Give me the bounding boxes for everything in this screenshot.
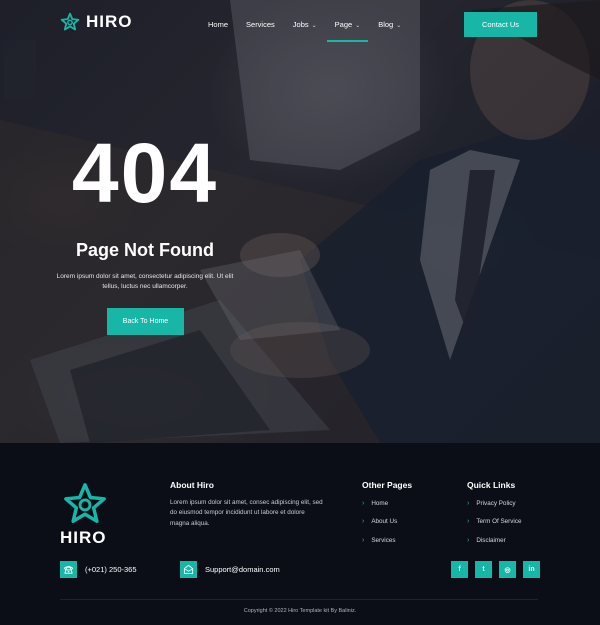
phone-number: (+021) 250-365 (85, 565, 137, 574)
chevron-down-icon: ⌄ (355, 22, 361, 29)
back-to-home-button[interactable]: Back To Home (107, 308, 184, 335)
twitter-icon[interactable]: t (475, 561, 492, 578)
footer-link-about-us[interactable]: › About Us (362, 513, 397, 532)
menu-item-label: Jobs (292, 19, 309, 29)
email-icon (180, 561, 197, 578)
brand-name: HIRO (86, 12, 133, 31)
footer-link-disclaimer[interactable]: › Disclaimer (467, 531, 521, 550)
chevron-down-icon: ⌄ (311, 22, 317, 29)
menu-item-blog[interactable]: Blog ⌄ (378, 12, 401, 37)
chevron-right-icon: › (362, 518, 365, 526)
error-description: Lorem ipsum dolor sit amet, consectetur … (56, 273, 234, 291)
brand-logo[interactable]: HIRO (60, 12, 133, 32)
quick-links-list: › Privacy Policy › Term Of Service › Discla… (467, 494, 521, 550)
footer-link-privacy-policy[interactable]: › Privacy Policy (467, 494, 521, 513)
chevron-down-icon: ⌄ (396, 22, 402, 29)
other-pages-list: › Home › About Us › Services (362, 494, 397, 550)
about-text: Lorem ipsum dolor sit amet, consec adipi… (170, 499, 323, 527)
chevron-right-icon: › (467, 518, 470, 526)
menu-item-services[interactable]: Services (246, 12, 275, 37)
menu-item-page[interactable]: Page ⌄ (326, 12, 368, 42)
facebook-icon[interactable]: f (451, 561, 468, 578)
footer-link-services[interactable]: › Services (362, 531, 397, 550)
error-code: 404 (71, 126, 219, 220)
star-icon (64, 483, 106, 523)
instagram-icon[interactable]: ◎ (499, 561, 516, 578)
footer-link-term-of-service[interactable]: › Term Of Service (467, 513, 521, 532)
email-contact[interactable]: Support@domain.com (180, 561, 280, 578)
menu-item-label: Page (334, 19, 353, 29)
footer-link-home[interactable]: › Home (362, 494, 397, 513)
top-navigation: HIRO Home Services Jobs ⌄ Page ⌄ Blog ⌄ Con… (0, 0, 600, 48)
contact-us-button[interactable]: Contact Us (464, 12, 537, 37)
page-title: Page Not Found (76, 240, 214, 260)
footer-link-label: Home (371, 499, 389, 507)
other-pages-title: Other Pages (362, 480, 413, 490)
footer-link-label: Term Of Service (476, 518, 522, 526)
phone-contact[interactable]: (+021) 250-365 (60, 561, 137, 578)
menu-item-jobs[interactable]: Jobs ⌄ (293, 12, 317, 37)
quick-links-title: Quick Links (467, 480, 516, 490)
footer-divider (60, 599, 538, 600)
about-title: About Hiro (170, 480, 214, 490)
footer-link-label: Disclaimer (476, 536, 506, 544)
footer-link-label: Privacy Policy (476, 499, 516, 507)
linkedin-icon[interactable]: in (523, 561, 540, 578)
menu-item-label: Home (208, 19, 229, 29)
menu-item-home[interactable]: Home (208, 12, 228, 37)
chevron-right-icon: › (362, 499, 365, 507)
chevron-right-icon: › (467, 536, 470, 544)
menu-item-label: Blog (378, 19, 394, 29)
hero-section: HIRO Home Services Jobs ⌄ Page ⌄ Blog ⌄ Con… (0, 0, 600, 443)
social-links: f t ◎ in (451, 561, 540, 578)
main-menu: Home Services Jobs ⌄ Page ⌄ Blog ⌄ (200, 0, 419, 48)
star-icon (60, 12, 80, 31)
site-footer: HIRO About Hiro Lorem ipsum dolor sit am… (0, 443, 600, 625)
chevron-right-icon: › (362, 536, 365, 544)
footer-brand-name: HIRO (60, 528, 107, 547)
copyright-text: Copyright © 2022 Hiro Template kit By Ba… (243, 608, 357, 614)
chevron-right-icon: › (467, 499, 470, 507)
email-address: Support@domain.com (205, 565, 280, 574)
footer-link-label: About Us (371, 518, 398, 526)
footer-link-label: Services (371, 536, 396, 544)
menu-item-label: Services (246, 19, 275, 29)
phone-icon (60, 561, 77, 578)
